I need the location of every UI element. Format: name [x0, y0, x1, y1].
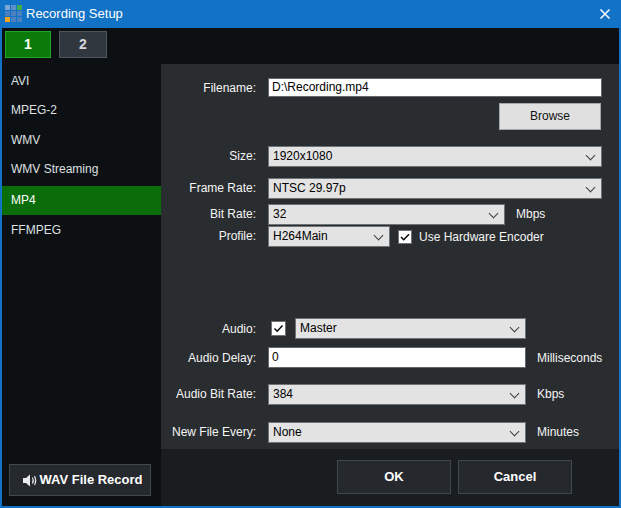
format-wmv-streaming[interactable]: WMV Streaming — [2, 155, 161, 185]
checkbox-hardware-encoder[interactable] — [398, 230, 412, 244]
title-text: Recording Setup — [26, 0, 123, 28]
label-bit-rate: Bit Rate: — [161, 206, 256, 222]
format-ffmpeg[interactable]: FFMPEG — [2, 216, 161, 246]
label-kbps: Kbps — [537, 386, 564, 402]
combo-new-file-every[interactable]: None — [268, 422, 526, 443]
combo-frame-rate[interactable]: NTSC 29.97p — [268, 178, 602, 199]
button-wav-file-record[interactable]: WAV File Record — [9, 464, 151, 496]
button-ok[interactable]: OK — [337, 460, 451, 494]
label-mbps: Mbps — [516, 206, 545, 222]
input-filename[interactable]: D:\Recording.mp4 — [268, 78, 602, 97]
combo-audio[interactable]: Master — [295, 318, 526, 339]
label-hardware-encoder: Use Hardware Encoder — [419, 229, 544, 245]
button-browse[interactable]: Browse — [499, 103, 601, 130]
input-audio-delay[interactable]: 0 — [268, 347, 526, 368]
app-icon — [5, 5, 22, 22]
label-frame-rate: Frame Rate: — [161, 180, 256, 196]
label-minutes: Minutes — [537, 424, 579, 440]
combo-profile[interactable]: H264Main — [268, 226, 390, 247]
combo-audio-bit-rate[interactable]: 384 — [268, 384, 526, 405]
label-filename: Filename: — [161, 80, 256, 96]
label-profile: Profile: — [161, 228, 256, 244]
close-button[interactable] — [596, 5, 614, 23]
button-cancel[interactable]: Cancel — [458, 460, 572, 494]
checkbox-audio[interactable] — [271, 321, 286, 336]
recording-setup-dialog: Recording Setup 1 2 AVI MPEG-2 WMV WMV S… — [0, 0, 621, 508]
label-size: Size: — [161, 148, 256, 164]
label-milliseconds: Milliseconds — [537, 350, 602, 366]
title-bar: Recording Setup — [0, 0, 621, 28]
tab-1[interactable]: 1 — [5, 31, 51, 58]
label-new-file-every: New File Every: — [161, 424, 256, 440]
combo-bit-rate[interactable]: 32 — [268, 204, 505, 225]
format-avi[interactable]: AVI — [2, 67, 161, 97]
tab-2[interactable]: 2 — [59, 31, 107, 58]
label-audio-bit-rate: Audio Bit Rate: — [161, 386, 256, 402]
format-mpeg2[interactable]: MPEG-2 — [2, 96, 161, 126]
format-mp4[interactable]: MP4 — [2, 186, 161, 215]
label-audio-delay: Audio Delay: — [161, 350, 256, 366]
combo-size[interactable]: 1920x1080 — [268, 146, 602, 167]
label-audio: Audio: — [161, 321, 256, 337]
format-wmv[interactable]: WMV — [2, 126, 161, 156]
